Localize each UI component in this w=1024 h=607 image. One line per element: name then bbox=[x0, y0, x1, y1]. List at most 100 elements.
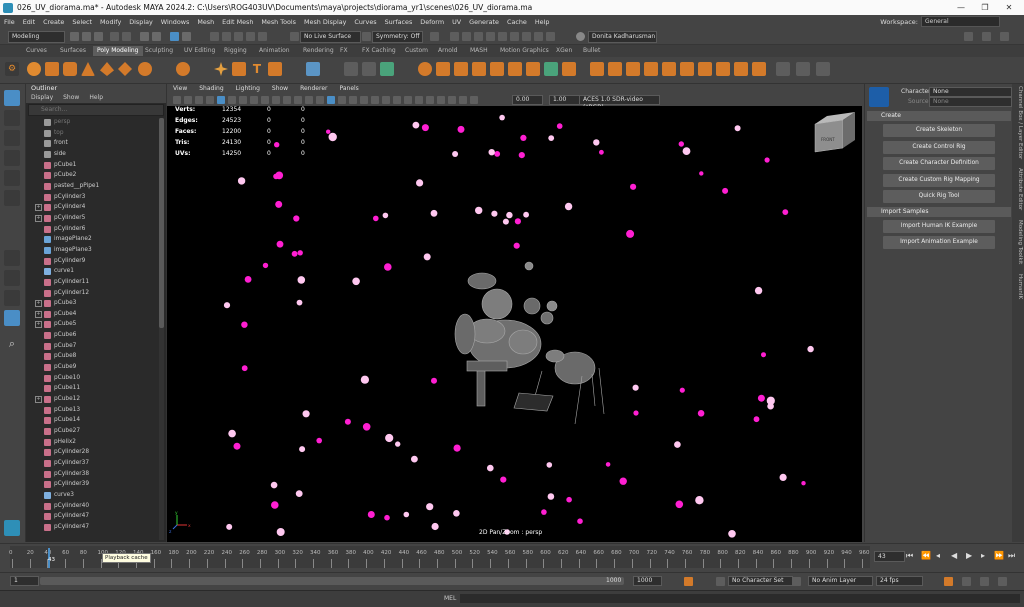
outliner-item[interactable]: pCylinder39 bbox=[26, 479, 157, 490]
use-all-lights-icon[interactable] bbox=[360, 96, 368, 104]
grease-pencil-icon[interactable] bbox=[228, 96, 236, 104]
script-language-label[interactable]: MEL bbox=[444, 595, 456, 602]
maya-home-icon[interactable] bbox=[4, 520, 20, 536]
select-by-component-icon[interactable] bbox=[170, 32, 179, 41]
shelf-tab-sculpting[interactable]: Sculpting bbox=[141, 46, 177, 56]
live-surface-dropdown[interactable]: No Live Surface bbox=[300, 31, 361, 43]
outliner-item[interactable]: pCube11 bbox=[26, 383, 157, 394]
snap-view-icon[interactable] bbox=[246, 32, 255, 41]
outliner-item[interactable]: top bbox=[26, 128, 157, 139]
poly-sphere-icon[interactable] bbox=[27, 62, 41, 76]
wedge-icon[interactable] bbox=[752, 62, 766, 76]
outliner-item[interactable]: pCylinder37 bbox=[26, 458, 157, 469]
super-shape-icon[interactable] bbox=[176, 62, 190, 76]
lock-selection-icon[interactable] bbox=[182, 32, 191, 41]
render-sequence-icon[interactable] bbox=[522, 32, 531, 41]
arnold-render-icon[interactable] bbox=[510, 32, 519, 41]
settings-panel-icon[interactable] bbox=[1000, 32, 1009, 41]
import-animation-example-button[interactable]: Import Animation Example bbox=[883, 236, 995, 249]
screen-space-ao-icon[interactable] bbox=[382, 96, 390, 104]
shelf-tab-fx-caching[interactable]: FX Caching bbox=[358, 46, 400, 56]
outliner-item[interactable]: pCylinder11 bbox=[26, 277, 157, 288]
range-end-inner[interactable]: 1000 bbox=[606, 577, 621, 584]
minimize-button[interactable]: — bbox=[950, 0, 972, 15]
outliner-scrollbar[interactable] bbox=[159, 118, 164, 540]
grid-toggle-icon[interactable] bbox=[239, 96, 247, 104]
loop-icon[interactable] bbox=[944, 577, 953, 586]
type-tool-icon[interactable]: T bbox=[250, 62, 264, 76]
paint-select-icon[interactable] bbox=[4, 130, 20, 146]
outliner-menu-show[interactable]: Show bbox=[58, 93, 84, 103]
step-back-frame-icon[interactable]: ◂ bbox=[936, 551, 940, 560]
save-scene-icon[interactable] bbox=[94, 32, 103, 41]
symmetry-dropdown[interactable]: Symmetry: Off bbox=[372, 31, 423, 43]
select-by-hierarchy-icon[interactable] bbox=[140, 32, 149, 41]
user-account-dropdown[interactable]: Donita Kadharusman bbox=[588, 31, 657, 43]
shelf-tab-fx[interactable]: FX bbox=[336, 46, 352, 56]
outliner-item[interactable]: pCylinder9 bbox=[26, 256, 157, 267]
depth-of-field-icon[interactable] bbox=[415, 96, 423, 104]
anim-layer-dropdown[interactable]: No Anim Layer bbox=[808, 576, 873, 586]
poke-icon[interactable] bbox=[734, 62, 748, 76]
grid-icon[interactable] bbox=[306, 62, 320, 76]
snap-surface-icon[interactable] bbox=[258, 32, 267, 41]
svg-tool-icon[interactable] bbox=[268, 62, 282, 76]
outliner-scroll-thumb[interactable] bbox=[159, 118, 164, 328]
gamma-field[interactable]: 1.00 bbox=[549, 95, 580, 105]
shelf-tab-arnold[interactable]: Arnold bbox=[434, 46, 461, 56]
outliner-menu-help[interactable]: Help bbox=[84, 93, 108, 103]
create-skeleton-button[interactable]: Create Skeleton bbox=[883, 124, 995, 137]
create-control-rig-button[interactable]: Create Control Rig bbox=[883, 140, 995, 154]
shelf-tab-mash[interactable]: MASH bbox=[466, 46, 492, 56]
poly-plane-icon[interactable] bbox=[100, 62, 114, 76]
character-dropdown[interactable]: None bbox=[929, 87, 1012, 97]
play-forward-icon[interactable]: ▶ bbox=[966, 551, 972, 560]
image-plane-icon[interactable] bbox=[206, 96, 214, 104]
menu-display[interactable]: Display bbox=[125, 18, 157, 26]
sound-icon[interactable] bbox=[962, 577, 971, 586]
step-back-key-icon[interactable]: ⏪ bbox=[921, 551, 931, 560]
menu-surfaces[interactable]: Surfaces bbox=[381, 18, 417, 26]
undo-icon[interactable] bbox=[110, 32, 119, 41]
menu-mesh-tools[interactable]: Mesh Tools bbox=[257, 18, 300, 26]
viewport-menu-panels[interactable]: Panels bbox=[333, 84, 364, 94]
outliner-item[interactable]: pCylinder47 bbox=[26, 522, 157, 533]
menu-cache[interactable]: Cache bbox=[503, 18, 531, 26]
hud-toggle-icon[interactable] bbox=[470, 96, 478, 104]
expand-toggle-icon[interactable]: + bbox=[35, 204, 42, 212]
view-cube[interactable] bbox=[814, 112, 855, 153]
select-tool-icon[interactable] bbox=[4, 90, 20, 106]
bridge-icon[interactable] bbox=[490, 62, 504, 76]
extrude-icon[interactable] bbox=[508, 62, 522, 76]
outliner-item[interactable]: side bbox=[26, 149, 157, 160]
menu-modify[interactable]: Modify bbox=[96, 18, 125, 26]
user-avatar[interactable] bbox=[576, 32, 585, 41]
safe-action-icon[interactable] bbox=[294, 96, 302, 104]
menu-curves[interactable]: Curves bbox=[350, 18, 380, 26]
symmetry-icon[interactable] bbox=[362, 32, 371, 41]
outliner-item[interactable]: pCylinder12 bbox=[26, 288, 157, 299]
outliner-item[interactable]: pCylinder40 bbox=[26, 501, 157, 512]
poly-cone-icon[interactable] bbox=[81, 62, 95, 76]
outliner-item[interactable]: curve1 bbox=[26, 266, 157, 277]
search-icon[interactable]: ⌕ bbox=[4, 336, 20, 352]
outliner-item[interactable]: pCube8 bbox=[26, 351, 157, 362]
open-scene-icon[interactable] bbox=[82, 32, 91, 41]
ipr-render-icon[interactable] bbox=[474, 32, 483, 41]
smooth-icon[interactable] bbox=[380, 62, 394, 76]
outliner-item[interactable]: + pCylinder5 bbox=[26, 213, 157, 224]
shadows-icon[interactable] bbox=[371, 96, 379, 104]
outliner-item[interactable]: pCube1 bbox=[26, 160, 157, 171]
xray-joints-icon[interactable] bbox=[448, 96, 456, 104]
outliner-item[interactable]: imagePlane3 bbox=[26, 245, 157, 256]
motion-blur-icon[interactable] bbox=[393, 96, 401, 104]
bookmark-icon[interactable] bbox=[195, 96, 203, 104]
outliner-layout-icon[interactable] bbox=[4, 310, 20, 326]
shelf-tab-poly-modeling[interactable]: Poly Modeling bbox=[93, 46, 143, 56]
menu-generate[interactable]: Generate bbox=[465, 18, 503, 26]
snap-point-icon[interactable] bbox=[234, 32, 243, 41]
merge-icon[interactable] bbox=[698, 62, 712, 76]
outliner-item[interactable]: pCube13 bbox=[26, 405, 157, 416]
retopo-icon[interactable] bbox=[454, 62, 468, 76]
shelf-tab-rendering[interactable]: Rendering bbox=[299, 46, 338, 56]
